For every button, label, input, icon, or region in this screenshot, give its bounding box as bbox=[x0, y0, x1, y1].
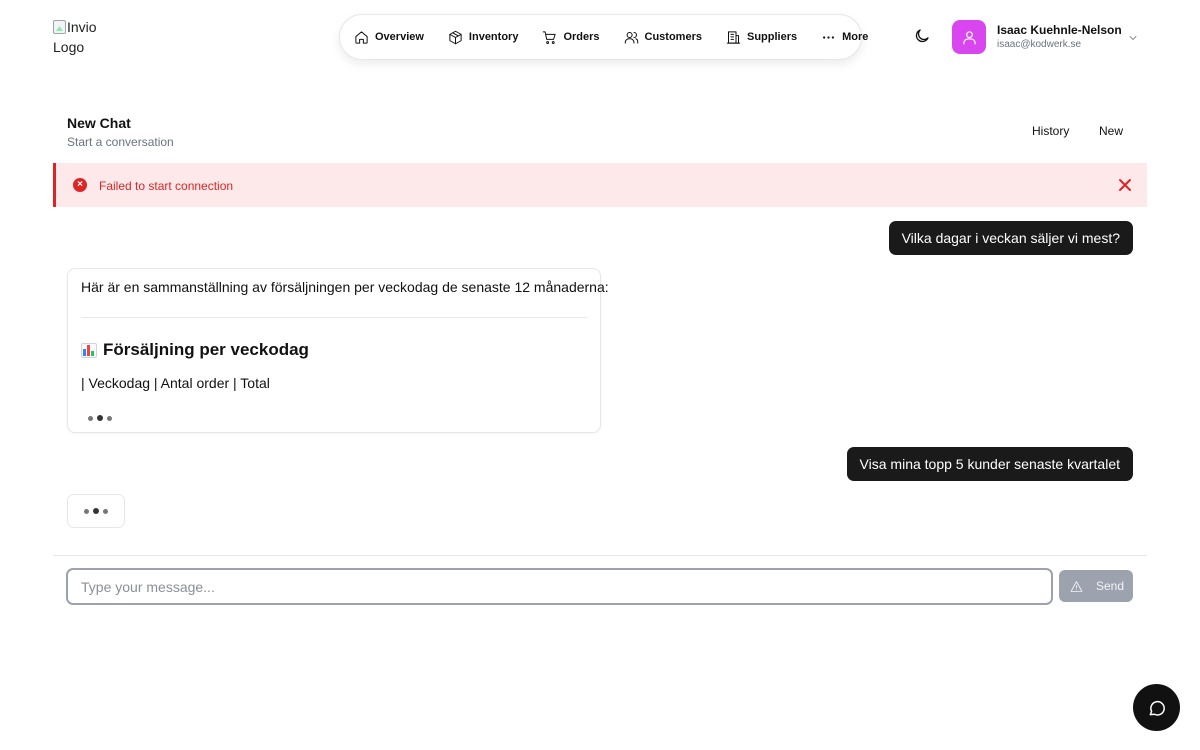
nav-label: Inventory bbox=[468, 31, 519, 43]
assistant-table-header: | Veckodag | Antal order | Total bbox=[81, 375, 270, 391]
more-dots-icon bbox=[823, 35, 835, 39]
cart-icon bbox=[543, 30, 557, 44]
assistant-message: Här är en sammanställning av försäljning… bbox=[67, 268, 609, 433]
users-icon bbox=[624, 31, 638, 44]
assistant-typing-bubble bbox=[67, 494, 125, 528]
main-nav: Overview Inventory Orders Customers Supp… bbox=[339, 14, 868, 60]
bar-chart-icon bbox=[81, 342, 97, 358]
composer-divider bbox=[53, 555, 1147, 556]
box-icon bbox=[449, 30, 462, 44]
nav-item-more[interactable]: More bbox=[821, 30, 868, 45]
assistant-heading: Försäljning per veckodag bbox=[81, 340, 309, 360]
nav-item-suppliers[interactable]: Suppliers bbox=[726, 30, 797, 45]
error-banner: × Failed to start connection bbox=[53, 163, 1147, 207]
typing-indicator bbox=[84, 508, 108, 514]
home-icon bbox=[355, 30, 368, 44]
app-logo[interactable]: Invio Logo bbox=[53, 17, 113, 57]
error-message: Failed to start connection bbox=[99, 179, 234, 193]
divider bbox=[81, 317, 587, 318]
close-error-button[interactable] bbox=[1117, 177, 1133, 193]
avatar[interactable] bbox=[952, 20, 986, 54]
user-message: Visa mina topp 5 kunder senaste kvartale… bbox=[846, 447, 1133, 481]
assistant-intro-text: Här är en sammanställning av försäljning… bbox=[81, 279, 609, 295]
error-circle-icon: × bbox=[73, 178, 87, 192]
typing-indicator bbox=[88, 415, 112, 421]
user-menu-toggle[interactable] bbox=[1127, 31, 1139, 43]
nav-item-inventory[interactable]: Inventory bbox=[448, 30, 519, 45]
user-name[interactable]: Isaac Kuehnle-Nelson bbox=[997, 23, 1122, 37]
message-input[interactable] bbox=[66, 568, 1053, 605]
assistant-heading-text: Försäljning per veckodag bbox=[103, 340, 309, 359]
theme-toggle-button[interactable] bbox=[913, 27, 931, 45]
send-button[interactable]: Send bbox=[1059, 570, 1133, 602]
chat-bubble-icon bbox=[1149, 700, 1165, 716]
chat-launcher-button[interactable] bbox=[1133, 684, 1180, 731]
warning-icon bbox=[1070, 580, 1083, 592]
moon-icon bbox=[915, 29, 929, 43]
new-chat-button[interactable]: New bbox=[1099, 124, 1123, 138]
close-icon bbox=[1119, 179, 1131, 191]
user-icon bbox=[962, 30, 976, 44]
user-email: isaac@kodwerk.se bbox=[997, 39, 1082, 50]
history-button[interactable]: History bbox=[1032, 124, 1069, 138]
chat-subtitle: Start a conversation bbox=[67, 135, 174, 149]
nav-label: Orders bbox=[563, 31, 600, 43]
chat-title: New Chat bbox=[67, 115, 131, 131]
user-message: Vilka dagar i veckan säljer vi mest? bbox=[888, 221, 1133, 255]
nav-label: Customers bbox=[644, 31, 702, 43]
building-icon bbox=[726, 30, 741, 44]
broken-image-icon bbox=[53, 20, 66, 34]
nav-item-orders[interactable]: Orders bbox=[542, 30, 600, 45]
send-label: Send bbox=[1096, 579, 1125, 593]
chevron-down-icon bbox=[1129, 36, 1137, 40]
nav-label: Suppliers bbox=[746, 31, 798, 43]
nav-item-customers[interactable]: Customers bbox=[624, 30, 702, 45]
nav-label: Overview bbox=[375, 31, 424, 43]
nav-item-overview[interactable]: Overview bbox=[354, 30, 424, 45]
nav-label: More bbox=[842, 31, 869, 43]
